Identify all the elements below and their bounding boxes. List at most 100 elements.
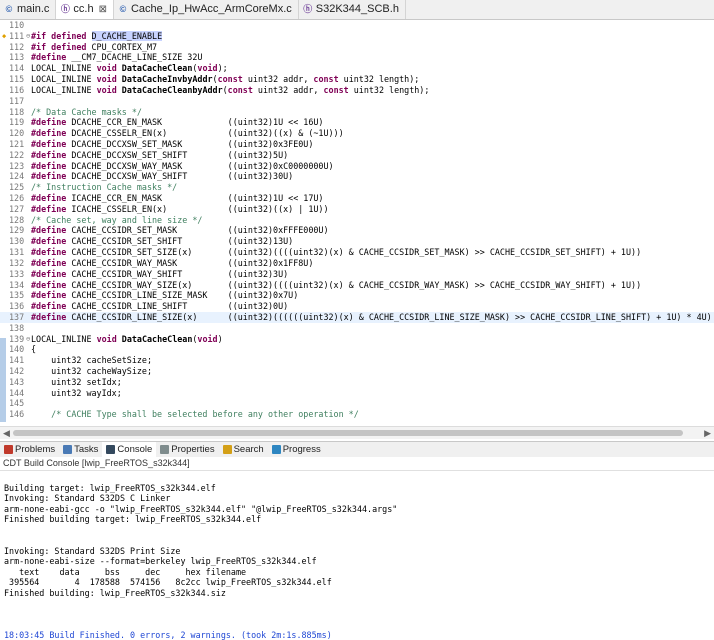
code-editor[interactable]: 110◆111⊖#if defined D_CACHE_ENABLE112#if… xyxy=(0,20,714,426)
close-icon[interactable]: ⊠ xyxy=(99,0,107,19)
code-line[interactable]: 136#define CACHE_CCSIDR_LINE_SHIFT ((uin… xyxy=(0,301,714,312)
code-text: LOCAL_INLINE void DataCacheClean(void); xyxy=(31,63,228,74)
editor-tab-cache-ip-hwacc-armcoremx-c[interactable]: ©Cache_Ip_HwAcc_ArmCoreMx.c xyxy=(114,0,299,19)
line-number: 119 xyxy=(9,117,25,128)
console-line: Invoking: Standard S32DS Print Size xyxy=(0,546,714,557)
console-line xyxy=(0,619,714,630)
code-text: #define ICACHE_CCR_EN_MASK ((uint32)1U <… xyxy=(31,193,323,204)
code-line[interactable]: 130#define CACHE_CCSIDR_SET_SHIFT ((uint… xyxy=(0,236,714,247)
tab-tasks[interactable]: Tasks xyxy=(59,442,102,457)
code-line[interactable]: 118/* Data Cache masks */ xyxy=(0,107,714,118)
editor-tab-main-c[interactable]: ©main.c xyxy=(0,0,56,19)
code-line[interactable]: 122#define DCACHE_DCCXSW_SET_SHIFT ((uin… xyxy=(0,150,714,161)
code-line[interactable]: 141 uint32 cacheSetSize; xyxy=(0,355,714,366)
h-file-icon: ⓗ xyxy=(60,4,70,15)
code-text: uint32 cacheSetSize; xyxy=(31,355,152,366)
line-number: 128 xyxy=(9,215,25,226)
code-line[interactable]: 133#define CACHE_CCSIDR_WAY_SHIFT ((uint… xyxy=(0,269,714,280)
tab-problems[interactable]: Problems xyxy=(0,442,59,457)
editor-tab-bar: ©main.cⓗcc.h⊠©Cache_Ip_HwAcc_ArmCoreMx.c… xyxy=(0,0,714,20)
editor-tab-cc-h[interactable]: ⓗcc.h⊠ xyxy=(56,0,114,19)
code-line[interactable]: 110 xyxy=(0,20,714,31)
code-text: #define DCACHE_DCCXSW_WAY_SHIFT ((uint32… xyxy=(31,171,293,182)
line-number: 146 xyxy=(9,409,25,420)
console-line: arm-none-eabi-gcc -o "lwip_FreeRTOS_s32k… xyxy=(0,504,714,515)
tab-label: Problems xyxy=(15,444,55,455)
code-line[interactable]: ◆111⊖#if defined D_CACHE_ENABLE xyxy=(0,31,714,42)
tab-console[interactable]: Console xyxy=(102,442,156,457)
override-marker-icon[interactable]: ◆ xyxy=(2,31,6,42)
editor-tab-label: S32K344_SCB.h xyxy=(316,0,399,19)
code-line[interactable]: 131#define CACHE_CCSIDR_SET_SIZE(x) ((ui… xyxy=(0,247,714,258)
code-line[interactable]: 128/* Cache set, way and line size */ xyxy=(0,215,714,226)
code-text: LOCAL_INLINE void DataCacheClean(void) xyxy=(31,334,223,345)
code-line[interactable]: 137#define CACHE_CCSIDR_LINE_SIZE(x) ((u… xyxy=(0,312,714,323)
tab-progress[interactable]: Progress xyxy=(268,442,325,457)
horizontal-scrollbar[interactable]: ◀ ▶ xyxy=(0,426,714,439)
progress-icon xyxy=(272,445,281,454)
code-line[interactable]: 144 uint32 wayIdx; xyxy=(0,388,714,399)
c-file-icon: © xyxy=(4,4,14,15)
code-line[interactable]: 115LOCAL_INLINE void DataCacheInvbyAddr(… xyxy=(0,74,714,85)
code-line[interactable]: 126#define ICACHE_CCR_EN_MASK ((uint32)1… xyxy=(0,193,714,204)
fold-toggle-icon[interactable]: ⊖ xyxy=(26,31,30,42)
scroll-right-icon[interactable]: ▶ xyxy=(704,427,711,439)
line-number: 132 xyxy=(9,258,25,269)
tab-search[interactable]: Search xyxy=(219,442,268,457)
console-output[interactable]: Building target: lwip_FreeRTOS_s32k344.e… xyxy=(0,472,714,636)
line-number: 140 xyxy=(9,344,25,355)
code-line[interactable]: 120#define DCACHE_CSSELR_EN(x) ((uint32)… xyxy=(0,128,714,139)
code-line[interactable]: 142 uint32 cacheWaySize; xyxy=(0,366,714,377)
tab-label: Tasks xyxy=(74,444,98,455)
code-text: #define CACHE_CCSIDR_WAY_SHIFT ((uint32)… xyxy=(31,269,288,280)
code-line[interactable]: 123#define DCACHE_DCCXSW_WAY_MASK ((uint… xyxy=(0,161,714,172)
h-file-icon: ⓗ xyxy=(303,4,313,15)
code-line[interactable]: 114LOCAL_INLINE void DataCacheClean(void… xyxy=(0,63,714,74)
code-text: LOCAL_INLINE void DataCacheCleanbyAddr(c… xyxy=(31,85,429,96)
code-text: #define CACHE_CCSIDR_WAY_SIZE(x) ((uint3… xyxy=(31,280,641,291)
code-line[interactable]: 119#define DCACHE_CCR_EN_MASK ((uint32)1… xyxy=(0,117,714,128)
line-number: 135 xyxy=(9,290,25,301)
code-line[interactable]: 143 uint32 setIdx; xyxy=(0,377,714,388)
code-line[interactable]: 146 /* CACHE Type shall be selected befo… xyxy=(0,409,714,420)
line-number: 137 xyxy=(9,312,25,323)
code-line[interactable]: 113#define __CM7_DCACHE_LINE_SIZE 32U xyxy=(0,52,714,63)
line-number: 111 xyxy=(9,31,25,42)
code-line[interactable]: 135#define CACHE_CCSIDR_LINE_SIZE_MASK (… xyxy=(0,290,714,301)
console-title: CDT Build Console [lwip_FreeRTOS_s32k344… xyxy=(0,457,714,471)
line-number: 138 xyxy=(9,323,25,334)
code-line[interactable]: 129 #define CACHE_CCSIDR_SET_MASK ((uint3… xyxy=(0,225,714,236)
line-number: 129 xyxy=(9,225,25,236)
code-line[interactable]: 112#if defined CPU_CORTEX_M7 xyxy=(0,42,714,53)
line-number: 123 xyxy=(9,161,25,172)
line-number: 117 xyxy=(9,96,25,107)
code-line[interactable]: 134#define CACHE_CCSIDR_WAY_SIZE(x) ((ui… xyxy=(0,280,714,291)
line-number: 125 xyxy=(9,182,25,193)
code-line[interactable]: 145 xyxy=(0,398,714,409)
line-number: 145 xyxy=(9,398,25,409)
code-line[interactable]: 117 xyxy=(0,96,714,107)
scrollbar-thumb[interactable] xyxy=(13,430,683,436)
code-line[interactable]: 138 xyxy=(0,323,714,334)
code-text: #define DCACHE_DCCXSW_SET_SHIFT ((uint32… xyxy=(31,150,288,161)
code-text: #define CACHE_CCSIDR_WAY_MASK ((uint32)0… xyxy=(31,258,313,269)
code-line[interactable]: 139⊖LOCAL_INLINE void DataCacheClean(voi… xyxy=(0,334,714,345)
tasks-icon xyxy=(63,445,72,454)
scroll-left-icon[interactable]: ◀ xyxy=(3,427,10,439)
editor-tab-s32k344-scb-h[interactable]: ⓗS32K344_SCB.h xyxy=(299,0,406,19)
tab-label: Search xyxy=(234,444,264,455)
code-line[interactable]: 124#define DCACHE_DCCXSW_WAY_SHIFT ((uin… xyxy=(0,171,714,182)
code-text: uint32 wayIdx; xyxy=(31,388,122,399)
code-line[interactable]: 116 LOCAL_INLINE void DataCacheCleanbyAdd… xyxy=(0,85,714,96)
tab-properties[interactable]: Properties xyxy=(156,442,218,457)
code-text: #define CACHE_CCSIDR_SET_MASK ((uint32)0… xyxy=(31,225,329,236)
line-number: 131 xyxy=(9,247,25,258)
code-line[interactable]: 140{ xyxy=(0,344,714,355)
code-line[interactable]: 132 #define CACHE_CCSIDR_WAY_MASK ((uint3… xyxy=(0,258,714,269)
fold-toggle-icon[interactable]: ⊖ xyxy=(26,334,30,345)
code-line[interactable]: 125/* Instruction Cache masks */ xyxy=(0,182,714,193)
line-number: 116 xyxy=(9,85,25,96)
code-line[interactable]: 127#define ICACHE_CSSELR_EN(x) ((uint32)… xyxy=(0,204,714,215)
code-line[interactable]: 121#define DCACHE_DCCXSW_SET_MASK ((uint… xyxy=(0,139,714,150)
c-file-icon: © xyxy=(118,4,128,15)
